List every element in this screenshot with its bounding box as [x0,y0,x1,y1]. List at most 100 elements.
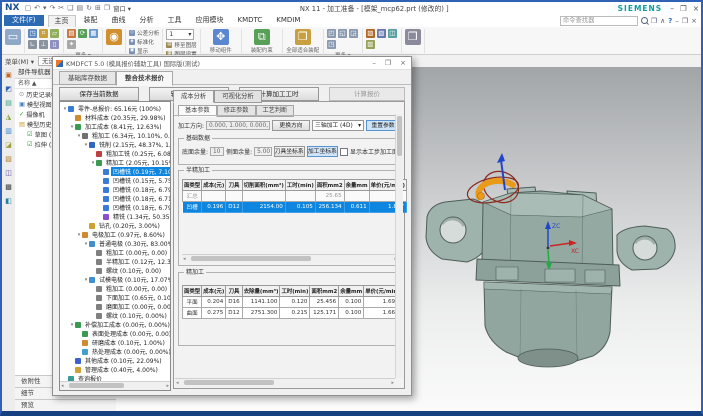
tree-item[interactable]: 下面加工 (0.65元, 0.10) [60,293,170,302]
ribbon-icon[interactable]: ◳ [28,29,37,38]
tree-item[interactable]: 精铣 (1.34元, 50.35%) [60,212,170,221]
table-header[interactable]: 余量mm [339,286,364,297]
table-header[interactable]: 成本(元) [202,286,226,297]
layer-dropdown[interactable]: 1▾ [166,29,194,40]
system-materials-icon[interactable]: ◧ [4,197,13,206]
part-navigator-icon[interactable]: ▤ [4,99,13,108]
semi-table-hscrollbar[interactable]: ◂▸ [182,254,398,263]
ribbon-icon[interactable]: ◱ [338,29,347,38]
tree-item[interactable]: 凹槽铣 (0.18元, 6.79%) [60,185,170,194]
semi-finish-table[interactable]: 面类型成本(元)刀具切削面积(mm²)工时(min)面积mm2余量mm单价(元/… [182,179,407,213]
tree-item[interactable]: ▾零件-总报价: 65.16元 (100%) [60,104,170,113]
window-switch-icon[interactable]: ❐ [651,17,657,25]
process-studio-icon[interactable]: ◫ [4,169,13,178]
menu-tab-曲线[interactable]: 曲线 [106,15,132,26]
copy-icon[interactable]: ❏ [67,4,73,13]
ribbon-button-全部适合装配[interactable]: ❐全部适合装配 [286,29,320,54]
ribbon-big-icon[interactable]: ▭ [5,29,21,45]
ribbon-row-item[interactable]: ◇公差分析 [129,29,159,37]
calc-quote-button[interactable]: 计算报价 [329,87,405,101]
dialog-titlebar[interactable]: KMDFCT 5.0 (模具报价辅助工具) 国际版(测试) – ❐ × [53,57,411,70]
close2-icon[interactable]: × [691,17,697,25]
ribbon-big-icon[interactable]: ❒ [405,29,421,45]
repeat-icon[interactable]: ↻ [86,4,92,13]
tree-item[interactable]: 研磨成本 (0.10元, 1.00%) [60,338,170,347]
tree-item[interactable]: 表面处理成本 (0.00元, 0.00) [60,329,170,338]
restore2-icon[interactable]: ❐ [682,17,688,25]
table-header[interactable]: 切削面积(mm²) [242,180,285,191]
minimize2-icon[interactable]: – [675,17,679,25]
tree-item[interactable]: ▾粗加工 (6.34元, 10.10%, 0.4h) [60,131,170,140]
ribbon-icon[interactable]: ▤ [67,29,76,38]
window-menu[interactable]: 窗口 ▾ [113,4,131,13]
tree-item[interactable]: ▾试模电极 (0.10元, 17.07%) [60,275,170,284]
save-icon[interactable]: ▢ [24,4,31,13]
machining-mode-select[interactable]: 三轴加工 (4D)▾ [312,120,364,131]
panel-hscrollbar[interactable]: ◂▸ [175,378,395,387]
paste-icon[interactable]: ▤ [77,4,84,13]
ribbon-icon[interactable]: ◫ [388,29,397,38]
ribbon-icon[interactable]: ∟ [28,40,37,49]
table-header[interactable]: 成本(元) [202,180,226,191]
web-browser-icon[interactable]: ◪ [4,141,13,150]
table-row[interactable]: 汇总25.65 [183,191,407,202]
tree-item[interactable]: 钻孔 (0.20元, 3.00%) [60,221,170,230]
menu-tab-分析[interactable]: 分析 [134,15,160,26]
finish-table[interactable]: 面类型成本(元)刀具去除量(mm³)工时(min)面积mm2余量mm单价(元/m… [182,285,402,319]
ribbon-row-item[interactable]: ▣显示 [129,47,159,55]
undo-icon[interactable]: ↶ [34,4,40,13]
menu-tab-应用模块[interactable]: 应用模块 [190,15,230,26]
ribbon-button-装配约束[interactable]: ⧉装配约束 [245,29,279,54]
table-header[interactable]: 面类型 [183,286,202,297]
table-header[interactable]: 面类型 [183,180,202,191]
ribbon-icon[interactable]: ◳ [327,40,336,49]
tree-item[interactable]: ▾铣削 (2.15元, 48.37%, 1.3h) [60,140,170,149]
navigator-section-预览[interactable]: 预览 [15,399,116,411]
menu-tab-工具[interactable]: 工具 [162,15,188,26]
hd3d-tools-icon[interactable]: ▥ [4,127,13,136]
menu-tab-KMDTC[interactable]: KMDTC [232,15,269,26]
table-header[interactable]: 刀具 [226,180,242,191]
table-header[interactable]: 刀具 [226,286,242,297]
ribbon-icon[interactable]: ◲ [349,29,358,38]
menu-tab-装配[interactable]: 装配 [78,15,104,26]
tree-hscrollbar[interactable]: ◂▸ [60,381,170,390]
ribbon-big-icon[interactable]: ◉ [106,29,122,45]
tree-item[interactable]: 凹槽铣 (0.19元, 7.10%) [60,167,170,176]
bottom-allowance-field[interactable]: 10 [210,147,224,156]
menu-tab-主页[interactable]: 主页 [48,15,76,27]
tree-item[interactable]: 凹槽铣 (0.18元, 6.79%) [60,203,170,212]
file-menu-button[interactable]: 文件(F) [4,15,44,26]
ribbon-icon[interactable]: ✦ [67,40,76,49]
undo-dropdown-icon[interactable]: ▾ [43,4,47,13]
tree-item[interactable]: 磨面加工 (0.00元, 0.00) [60,302,170,311]
tab-visual-analysis[interactable]: 可视化分析 [214,90,261,103]
tab-cost-analysis[interactable]: 成本分析 [173,90,214,103]
tree-item[interactable]: 材料成本 (20.35元, 29.98%) [60,113,170,122]
reuse-library-icon[interactable]: ◮ [4,113,13,122]
assembly-navigator-icon[interactable]: ▣ [4,71,13,80]
change-direction-button[interactable]: 更换方向 [272,120,310,131]
tree-item[interactable]: 螺纹 (0.10元, 0.00%) [60,311,170,320]
tool-cs-button[interactable]: 刀具坐标系 [274,146,305,157]
ribbon-icon[interactable]: ▨ [366,29,375,38]
table-header[interactable]: 余量mm [344,180,369,191]
ribbon-row-item[interactable]: ◈标准化 [129,38,159,46]
ribbon-icon[interactable]: ▥ [366,40,375,49]
table-row[interactable]: 平面0.204D161141.1000.12025.4560.1001.697 [183,297,402,308]
ribbon-row-item[interactable]: ▤移至图层 [166,41,196,49]
tree-item[interactable]: 管理成本 (0.40元, 4.00%) [60,365,170,374]
dialog-minimize-button[interactable]: – [372,59,376,67]
restore-button[interactable]: ❐ [680,4,687,13]
tree-item[interactable]: ▾加工成本 (8.41元, 12.63%) [60,122,170,131]
roles-icon[interactable]: ▩ [4,183,13,192]
menu-tab-KMDIM[interactable]: KMDIM [270,15,306,26]
tree-item[interactable]: 螺纹 (0.10元, 0.00) [60,266,170,275]
redo-icon[interactable]: ↷ [50,4,56,13]
menu-dropdown[interactable]: 菜单(M) ▾ [5,56,34,66]
tree-item[interactable]: 热处理成本 (0.00元, 0.00%) [60,347,170,356]
ribbon-icon[interactable]: ▦ [89,29,98,38]
tree-item[interactable]: ▾电极加工 (0.97元, 8.60%) [60,230,170,239]
tree-item[interactable]: 其他成本 (0.10元, 22.09%) [60,356,170,365]
ribbon-icon[interactable]: ▧ [377,29,386,38]
